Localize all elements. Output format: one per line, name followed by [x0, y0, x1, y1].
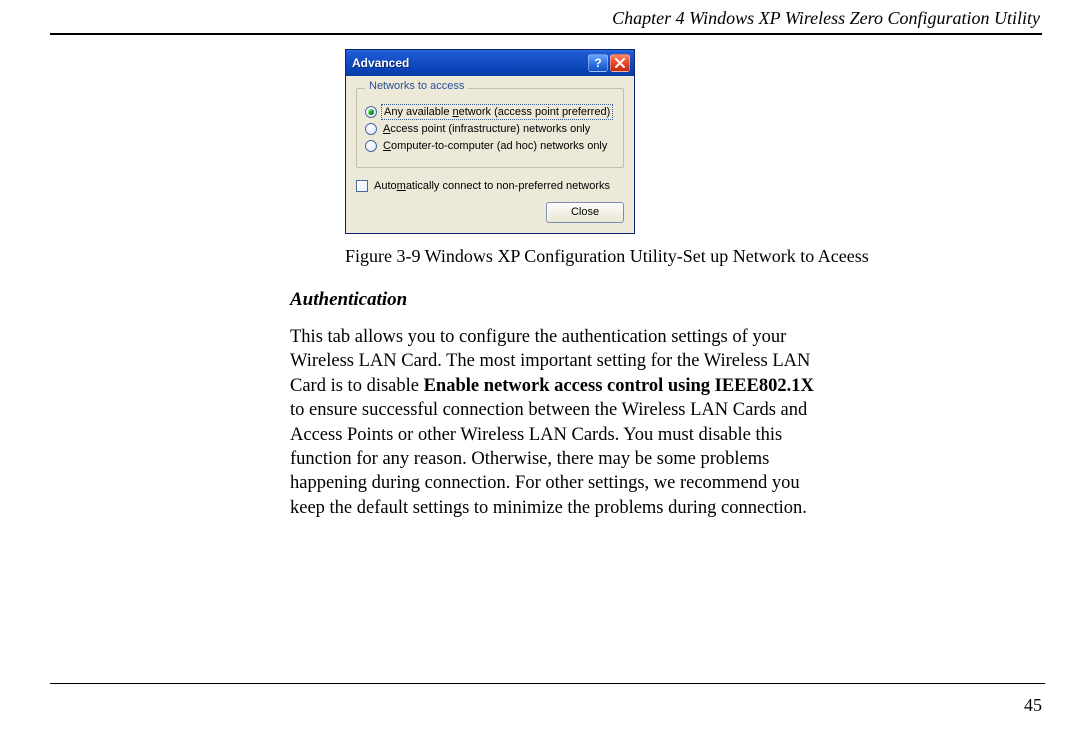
- checkbox-icon: [356, 180, 368, 192]
- radio-label: Any available network (access point pref…: [383, 106, 611, 118]
- header-rule: [50, 33, 1042, 35]
- dialog-titlebar[interactable]: Advanced: [346, 50, 634, 76]
- page-number: 45: [1024, 695, 1042, 716]
- radio-icon: [365, 140, 377, 152]
- radio-access-point-only[interactable]: Access point (infrastructure) networks o…: [365, 123, 615, 135]
- running-head: Chapter 4 Windows XP Wireless Zero Confi…: [50, 8, 1042, 29]
- radio-any-available[interactable]: Any available network (access point pref…: [365, 106, 615, 118]
- groupbox-networks-to-access: Networks to access Any available network…: [356, 88, 624, 168]
- radio-label: Access point (infrastructure) networks o…: [383, 123, 590, 135]
- checkbox-label: Automatically connect to non-preferred n…: [374, 180, 610, 192]
- radio-adhoc-only[interactable]: Computer-to-computer (ad hoc) networks o…: [365, 140, 615, 152]
- figure-caption: Figure 3-9 Windows XP Configuration Util…: [50, 246, 1042, 267]
- radio-icon: [365, 106, 377, 118]
- close-icon[interactable]: [610, 54, 630, 72]
- dialog-title: Advanced: [352, 56, 588, 70]
- radio-icon: [365, 123, 377, 135]
- radio-label: Computer-to-computer (ad hoc) networks o…: [383, 140, 607, 152]
- section-heading-authentication: Authentication: [50, 289, 1042, 311]
- groupbox-legend: Networks to access: [365, 80, 468, 92]
- close-button[interactable]: Close: [546, 202, 624, 223]
- checkbox-auto-connect[interactable]: Automatically connect to non-preferred n…: [356, 180, 624, 192]
- dialog-body: Networks to access Any available network…: [346, 76, 634, 233]
- help-icon[interactable]: [588, 54, 608, 72]
- xp-dialog-advanced: Advanced Networks to access Any availabl…: [345, 49, 635, 234]
- body-paragraph: This tab allows you to configure the aut…: [50, 325, 820, 520]
- footer-rule: [50, 683, 1045, 684]
